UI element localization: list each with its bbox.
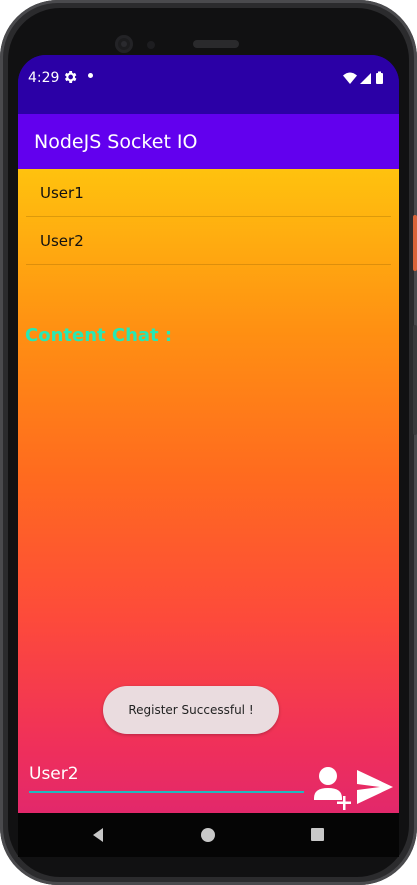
status-time: 4:29 — [28, 70, 60, 86]
app-bar: NodeJS Socket IO — [18, 114, 399, 169]
home-icon[interactable] — [201, 828, 215, 842]
username-input[interactable] — [29, 759, 304, 793]
toast-message: Register Successful ! — [103, 686, 279, 734]
app-title: NodeJS Socket IO — [34, 131, 198, 153]
notification-dot-icon — [88, 73, 93, 78]
add-user-icon[interactable] — [314, 764, 354, 812]
user-name: User1 — [40, 183, 84, 202]
user-name: User2 — [40, 231, 84, 250]
wifi-icon — [343, 72, 357, 84]
recents-icon[interactable] — [311, 828, 324, 841]
navigation-bar — [18, 813, 399, 857]
settings-icon — [64, 71, 77, 83]
sensor-icon — [147, 41, 155, 49]
camera-icon — [115, 35, 133, 53]
signal-icon — [360, 73, 371, 84]
battery-icon — [376, 71, 383, 84]
input-area — [18, 749, 399, 813]
volume-button[interactable] — [413, 325, 417, 435]
list-item[interactable]: User2 — [26, 217, 391, 265]
user-list: User1 User2 — [26, 169, 391, 265]
content-chat-label: Content Chat : — [25, 325, 173, 346]
list-item[interactable]: User1 — [26, 169, 391, 217]
system-status-icons — [343, 71, 383, 84]
status-bar: 4:29 — [18, 55, 399, 114]
send-icon[interactable] — [356, 769, 394, 805]
speaker-grille — [193, 40, 239, 48]
power-button[interactable] — [413, 215, 417, 271]
back-icon[interactable] — [90, 827, 106, 843]
